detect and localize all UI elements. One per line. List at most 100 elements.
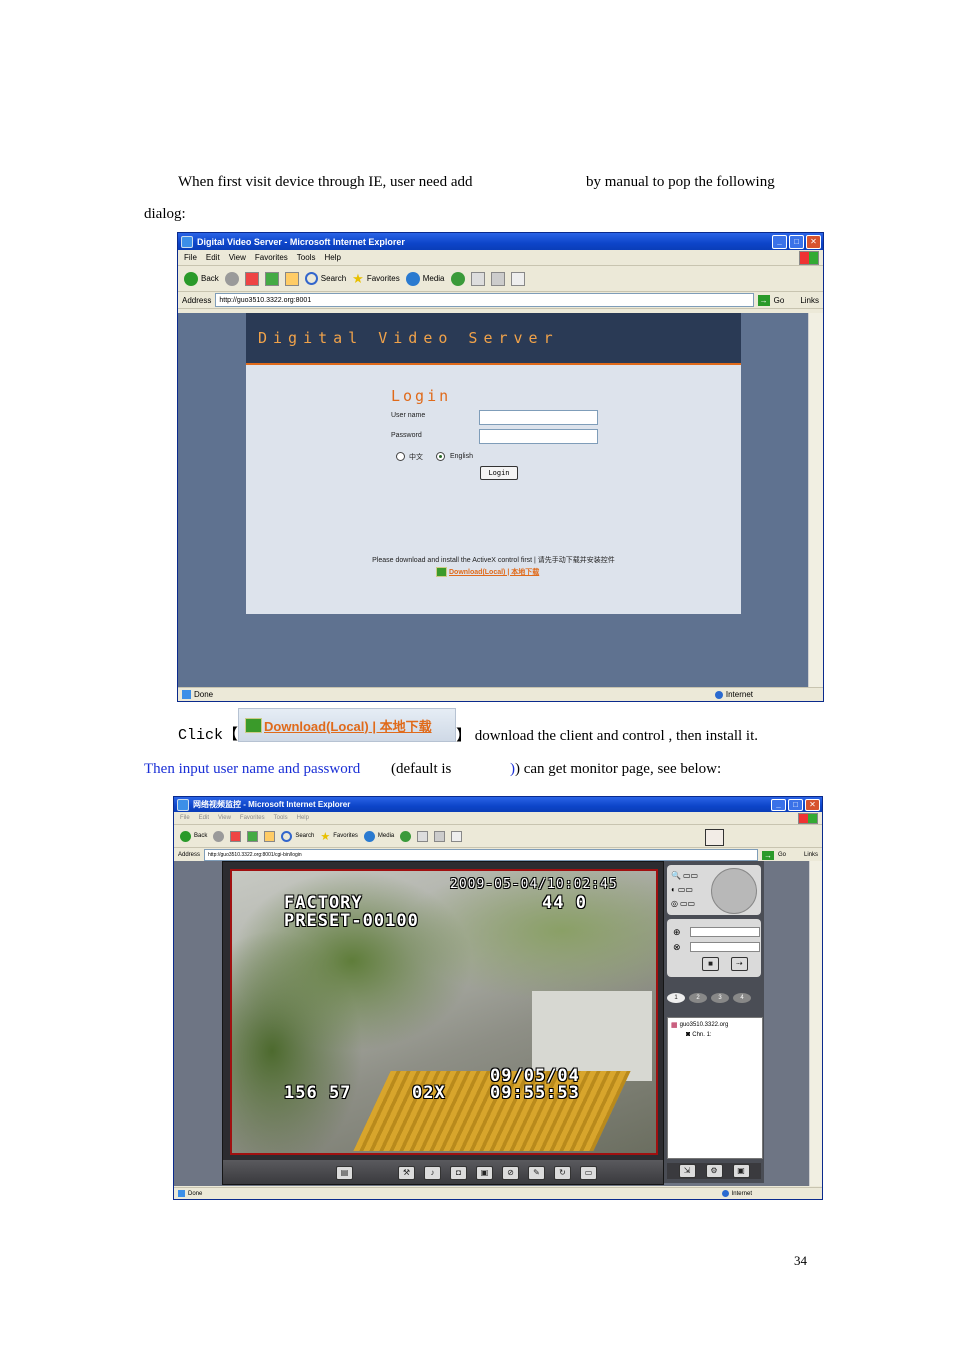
address-input[interactable]: http://guo3510.3322.org:8001/cgi-bin/log… [204, 849, 758, 861]
go-icon[interactable]: → [757, 294, 770, 306]
favorites-button[interactable]: ★ Favorites [352, 271, 400, 287]
refresh-icon[interactable] [247, 830, 259, 842]
osd-time: 09:55:53 [490, 1083, 580, 1103]
tree-channel[interactable]: ◙ Chn. 1: [686, 1031, 712, 1038]
globe-icon [721, 1190, 729, 1197]
media-icon [363, 830, 375, 842]
snapshot-icon[interactable]: ▤ [336, 1166, 353, 1180]
click-text: Click【 [178, 727, 239, 744]
preset-select[interactable] [690, 927, 760, 937]
intro-line-1a: When first visit device through IE, user… [178, 174, 473, 190]
forward-icon[interactable] [213, 830, 225, 842]
media-button[interactable]: Media [363, 830, 394, 842]
cruise-icon: ⊗ [673, 942, 681, 952]
go-preset-button[interactable]: ⇢ [731, 957, 748, 971]
page-content: Digital Video Server Login User name Pas… [178, 313, 809, 687]
refresh-icon[interactable] [264, 271, 279, 286]
iris-icon: ◎ [671, 899, 678, 908]
cruise-select[interactable] [690, 942, 760, 952]
home-icon[interactable] [264, 830, 276, 842]
edit-icon[interactable] [510, 271, 525, 286]
menu-file[interactable]: File [180, 815, 190, 821]
pen-icon[interactable]: ✎ [528, 1166, 545, 1180]
maximize-button[interactable]: □ [789, 235, 804, 249]
favorites-button[interactable]: ★ Favorites [320, 830, 358, 843]
settings-wrench-icon[interactable]: ⚒ [398, 1166, 415, 1180]
ptz-dpad[interactable] [711, 868, 757, 914]
go-label[interactable]: Go [774, 296, 785, 305]
audio-icon[interactable]: ♪ [424, 1166, 441, 1180]
history-icon[interactable] [400, 830, 412, 842]
maximize-button[interactable]: □ [788, 799, 803, 811]
go-icon[interactable]: → [761, 850, 774, 860]
address-input[interactable]: http://guo3510.3322.org:8001 [215, 293, 754, 307]
password-input[interactable] [479, 429, 598, 444]
vertical-scrollbar[interactable] [808, 313, 823, 687]
forward-icon[interactable] [224, 271, 239, 286]
dvs-title: Digital Video Server [258, 329, 559, 347]
mail-icon[interactable] [470, 271, 485, 286]
channel-tab-2[interactable]: 2 [689, 993, 707, 1003]
back-button[interactable]: Back [184, 271, 219, 286]
export-icon[interactable]: ⇲ [678, 1164, 696, 1178]
close-button[interactable]: ✕ [805, 799, 820, 811]
channel-tab-1[interactable]: 1 [667, 993, 685, 1003]
stop-button[interactable]: ■ [702, 957, 719, 971]
minimize-button[interactable]: _ [771, 799, 786, 811]
links-label[interactable]: Links [800, 296, 819, 305]
activex-notice: Please download and install the ActiveX … [372, 557, 615, 564]
stop-icon[interactable] [230, 830, 242, 842]
lang-en-radio[interactable] [436, 452, 445, 461]
camera-icon[interactable]: ◘ [450, 1166, 467, 1180]
menu-view[interactable]: View [229, 253, 246, 262]
windows-logo-icon [798, 813, 818, 824]
zoom-icon[interactable]: ⊘ [502, 1166, 519, 1180]
window-title: 网络视频监控 - Microsoft Internet Explorer [193, 800, 351, 809]
print-icon[interactable] [434, 830, 446, 842]
print-icon[interactable] [490, 271, 505, 286]
menu-view[interactable]: View [218, 815, 231, 821]
menu-edit[interactable]: Edit [199, 815, 209, 821]
screen-icon[interactable]: ▣ [732, 1164, 750, 1178]
history-icon[interactable] [450, 271, 465, 286]
search-button[interactable]: Search [304, 272, 346, 285]
gear-icon[interactable]: ⚙ [705, 1164, 723, 1178]
login-button[interactable]: Login [480, 466, 518, 480]
search-button[interactable]: Search [281, 830, 314, 842]
record-icon[interactable]: ▣ [476, 1166, 493, 1180]
video-control-bar: ▤ ⚒ ♪ ◘ ▣ ⊘ ✎ ↻ ▭ [223, 1160, 663, 1184]
menu-favorites[interactable]: Favorites [255, 253, 288, 262]
username-input[interactable] [479, 410, 598, 425]
back-button[interactable]: Back [180, 830, 207, 842]
menu-edit[interactable]: Edit [206, 253, 220, 262]
menu-file[interactable]: File [184, 253, 197, 262]
intro-line-2: dialog: [144, 206, 186, 222]
go-label[interactable]: Go [778, 852, 786, 858]
tree-root[interactable]: ▦ guo3510.3322.org [671, 1021, 728, 1029]
globe-icon [714, 690, 723, 699]
iris-row[interactable]: ◎ ▭▭ [671, 899, 695, 908]
edit-icon[interactable] [451, 830, 463, 842]
menu-favorites[interactable]: Favorites [240, 815, 265, 821]
video-feed[interactable]: FACTORY PRESET-00100 2009-05-04/10:02:45… [230, 869, 658, 1155]
channel-tab-3[interactable]: 3 [711, 993, 729, 1003]
menu-help[interactable]: Help [297, 815, 309, 821]
lang-cn-radio[interactable] [396, 452, 405, 461]
mail-icon[interactable] [417, 830, 429, 842]
minimize-button[interactable]: _ [772, 235, 787, 249]
fullscreen-icon[interactable]: ▭ [580, 1166, 597, 1180]
reload-icon[interactable]: ↻ [554, 1166, 571, 1180]
menu-tools[interactable]: Tools [297, 253, 316, 262]
links-label[interactable]: Links [804, 852, 818, 858]
close-button[interactable]: ✕ [806, 235, 821, 249]
menu-tools[interactable]: Tools [274, 815, 288, 821]
home-icon[interactable] [284, 271, 299, 286]
download-link[interactable]: Download(Local) | 本地下载 [436, 567, 539, 577]
stop-icon[interactable] [244, 271, 259, 286]
vertical-scrollbar[interactable] [809, 861, 822, 1186]
focus-row[interactable]: ◐ ▭▭ [671, 885, 693, 894]
menu-help[interactable]: Help [324, 253, 340, 262]
channel-tab-4[interactable]: 4 [733, 993, 751, 1003]
zoom-row[interactable]: 🔍 ▭▭ [671, 871, 698, 880]
media-button[interactable]: Media [405, 271, 445, 286]
